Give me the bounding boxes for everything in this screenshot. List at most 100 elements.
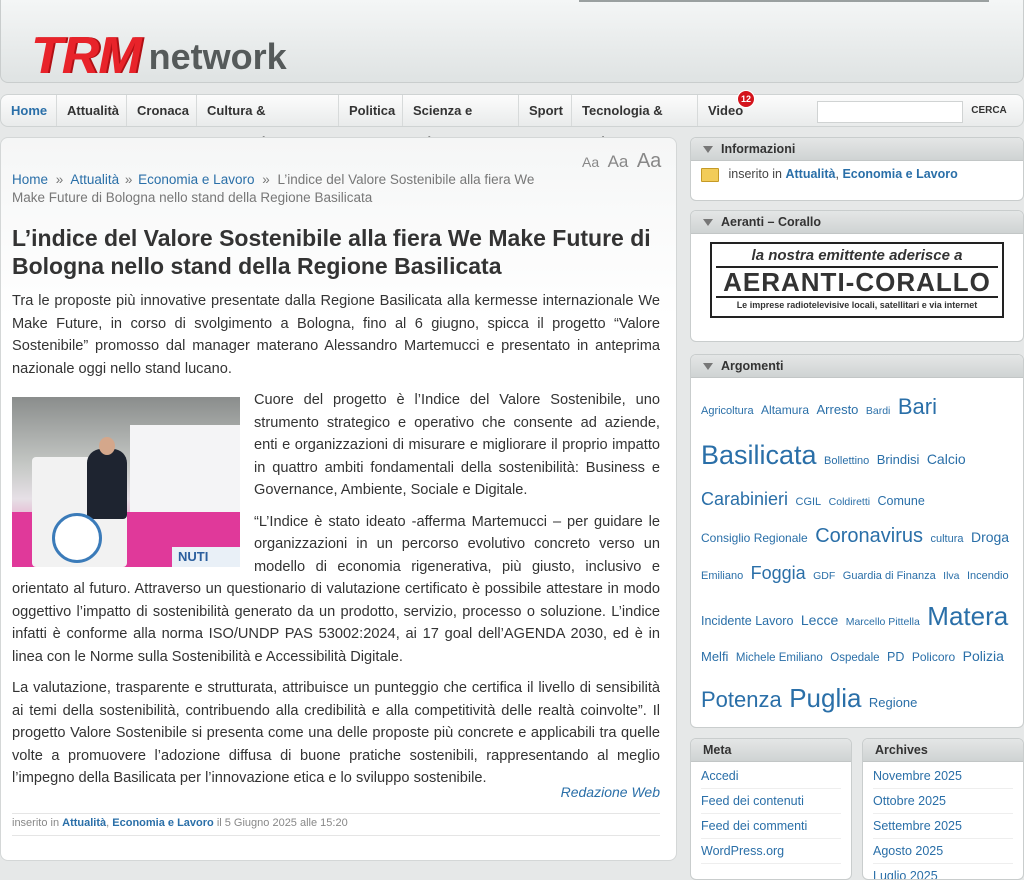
tag-link[interactable]: CGIL [796,496,822,508]
info-sep: , [835,167,839,181]
archive-link[interactable]: Novembre 2025 [873,764,1013,789]
tag-link[interactable]: Carabinieri [701,489,788,509]
site-header: TRM network [0,0,1024,83]
tag-link[interactable]: PD [887,650,904,664]
breadcrumb-home[interactable]: Home [12,172,48,187]
tag-link[interactable]: Bari [898,394,937,419]
tag-link[interactable]: Melfi [701,649,728,664]
nav-item-sport[interactable]: Sport [519,95,572,126]
video-count-badge: 12 [737,90,755,108]
tag-link[interactable]: cultura [930,533,963,545]
collapse-triangle-icon [703,146,713,154]
widget-title-text: Informazioni [721,142,796,156]
breadcrumb-sep: » [262,172,270,187]
tag-link[interactable]: Potenza [701,687,782,712]
aeranti-banner[interactable]: la nostra emittente aderisce a AERANTI-C… [710,242,1004,318]
nav-item-cronaca[interactable]: Cronaca [127,95,197,126]
breadcrumb-economia[interactable]: Economia e Lavoro [138,172,254,187]
tag-link[interactable]: Policoro [912,650,955,664]
breadcrumb-attualita[interactable]: Attualità [70,172,119,187]
tag-link[interactable]: Calcio [927,451,966,467]
archive-link[interactable]: Luglio 2025 [873,864,1013,879]
nav-item-attualita[interactable]: Attualità [57,95,127,126]
tag-link[interactable]: Polizia [963,648,1004,664]
article-signature[interactable]: Redazione Web [420,784,660,800]
nav-item-scienza[interactable]: Scienza e salute [403,95,519,149]
meta-list: Accedi Feed dei contenuti Feed dei comme… [691,762,851,866]
article-body: Tra le proposte più innovative presentat… [12,290,660,799]
tag-link[interactable]: Puglia [789,683,861,713]
tag-link[interactable]: Guardia di Finanza [843,570,936,582]
tag-link[interactable]: Arresto [817,402,859,417]
tag-link[interactable]: Foggia [751,563,806,583]
breadcrumb-sep: » [55,172,64,187]
photo-person [87,449,127,519]
logo-suffix: network [148,36,287,77]
site-logo[interactable]: TRM network [31,22,287,82]
widget-title[interactable]: Aeranti – Corallo [691,211,1023,234]
tag-link[interactable]: Ilva [943,570,959,582]
font-size-medium[interactable]: Aa [608,152,629,171]
info-category-economia[interactable]: Economia e Lavoro [842,167,957,181]
collapse-triangle-icon [703,363,713,371]
tag-link[interactable]: Coldiretti [829,496,870,508]
tag-link[interactable]: Lecce [801,612,838,628]
tag-link[interactable]: Michele Emiliano [736,652,823,664]
info-category-attualita[interactable]: Attualità [785,167,835,181]
breadcrumb: Home » Attualità » Economia e Lavoro » L… [12,171,552,207]
widget-title[interactable]: Informazioni [691,138,1023,161]
archive-link[interactable]: Ottobre 2025 [873,789,1013,814]
archive-link[interactable]: Settembre 2025 [873,814,1013,839]
meta-link[interactable]: Feed dei contenuti [701,789,841,814]
search-input[interactable] [817,101,963,123]
widget-title[interactable]: Archives [863,739,1023,762]
tag-link[interactable]: Incidente Lavoro [701,614,793,628]
tag-link[interactable]: Coronavirus [815,525,923,547]
tag-link[interactable]: Droga [971,529,1009,545]
tag-link[interactable]: Regione [869,695,917,710]
meta-sep: , [106,817,110,829]
meta-category-attualita[interactable]: Attualità [62,817,106,829]
tag-link[interactable]: Marcello Pittella [846,616,920,628]
widget-title-text: Aeranti – Corallo [721,215,822,229]
photo-stand-wall [130,425,240,515]
widget-informazioni: Informazioni inserito in Attualità, Econ… [690,137,1024,201]
nav-item-tecnologia[interactable]: Tecnologia & Web [572,95,698,149]
nav-item-politica[interactable]: Politica [339,95,403,126]
nav-item-cultura[interactable]: Cultura & Spettacolo [197,95,339,149]
tag-link[interactable]: Matera [927,601,1008,631]
tag-link[interactable]: Emiliano [701,570,743,582]
meta-link[interactable]: Accedi [701,764,841,789]
meta-category-economia[interactable]: Economia e Lavoro [112,817,213,829]
tag-link[interactable]: Incendio [967,570,1009,582]
font-size-large[interactable]: Aa [637,150,661,172]
font-size-switcher: Aa Aa Aa [582,150,665,173]
tag-link[interactable]: Basilicata [701,440,817,470]
article-paragraph: Tra le proposte più innovative presentat… [12,293,660,377]
folder-icon [701,167,719,182]
search-button[interactable]: CERCA [966,101,1012,121]
tag-link[interactable]: Comune [878,494,925,508]
widget-title[interactable]: Meta [691,739,851,762]
info-row: inserito in Attualità, Economia e Lavoro [691,161,1023,188]
photo-valore-logo [52,513,102,563]
tag-link[interactable]: Agricoltura [701,405,754,417]
widget-title[interactable]: Argomenti [691,355,1023,378]
nav-item-home[interactable]: Home [1,95,57,126]
article-photo[interactable]: NUTI [12,397,240,567]
article-title: L’indice del Valore Sostenibile alla fie… [12,225,651,279]
tag-link[interactable]: Consiglio Regionale [701,531,808,545]
tag-link[interactable]: Altamura [761,403,809,417]
archives-list: Novembre 2025 Ottobre 2025 Settembre 202… [863,762,1023,879]
tag-link[interactable]: GDF [813,570,835,582]
font-size-small[interactable]: Aa [582,154,599,170]
tag-link[interactable]: Brindisi [877,452,920,467]
meta-link[interactable]: WordPress.org [701,839,841,864]
widget-title-text: Argomenti [721,359,784,373]
tag-link[interactable]: Bollettino [824,455,869,467]
tag-link[interactable]: Bardi [866,405,891,417]
meta-link[interactable]: Feed dei commenti [701,814,841,839]
archive-link[interactable]: Agosto 2025 [873,839,1013,864]
tag-link[interactable]: Ospedale [830,652,879,664]
divider [12,835,660,836]
